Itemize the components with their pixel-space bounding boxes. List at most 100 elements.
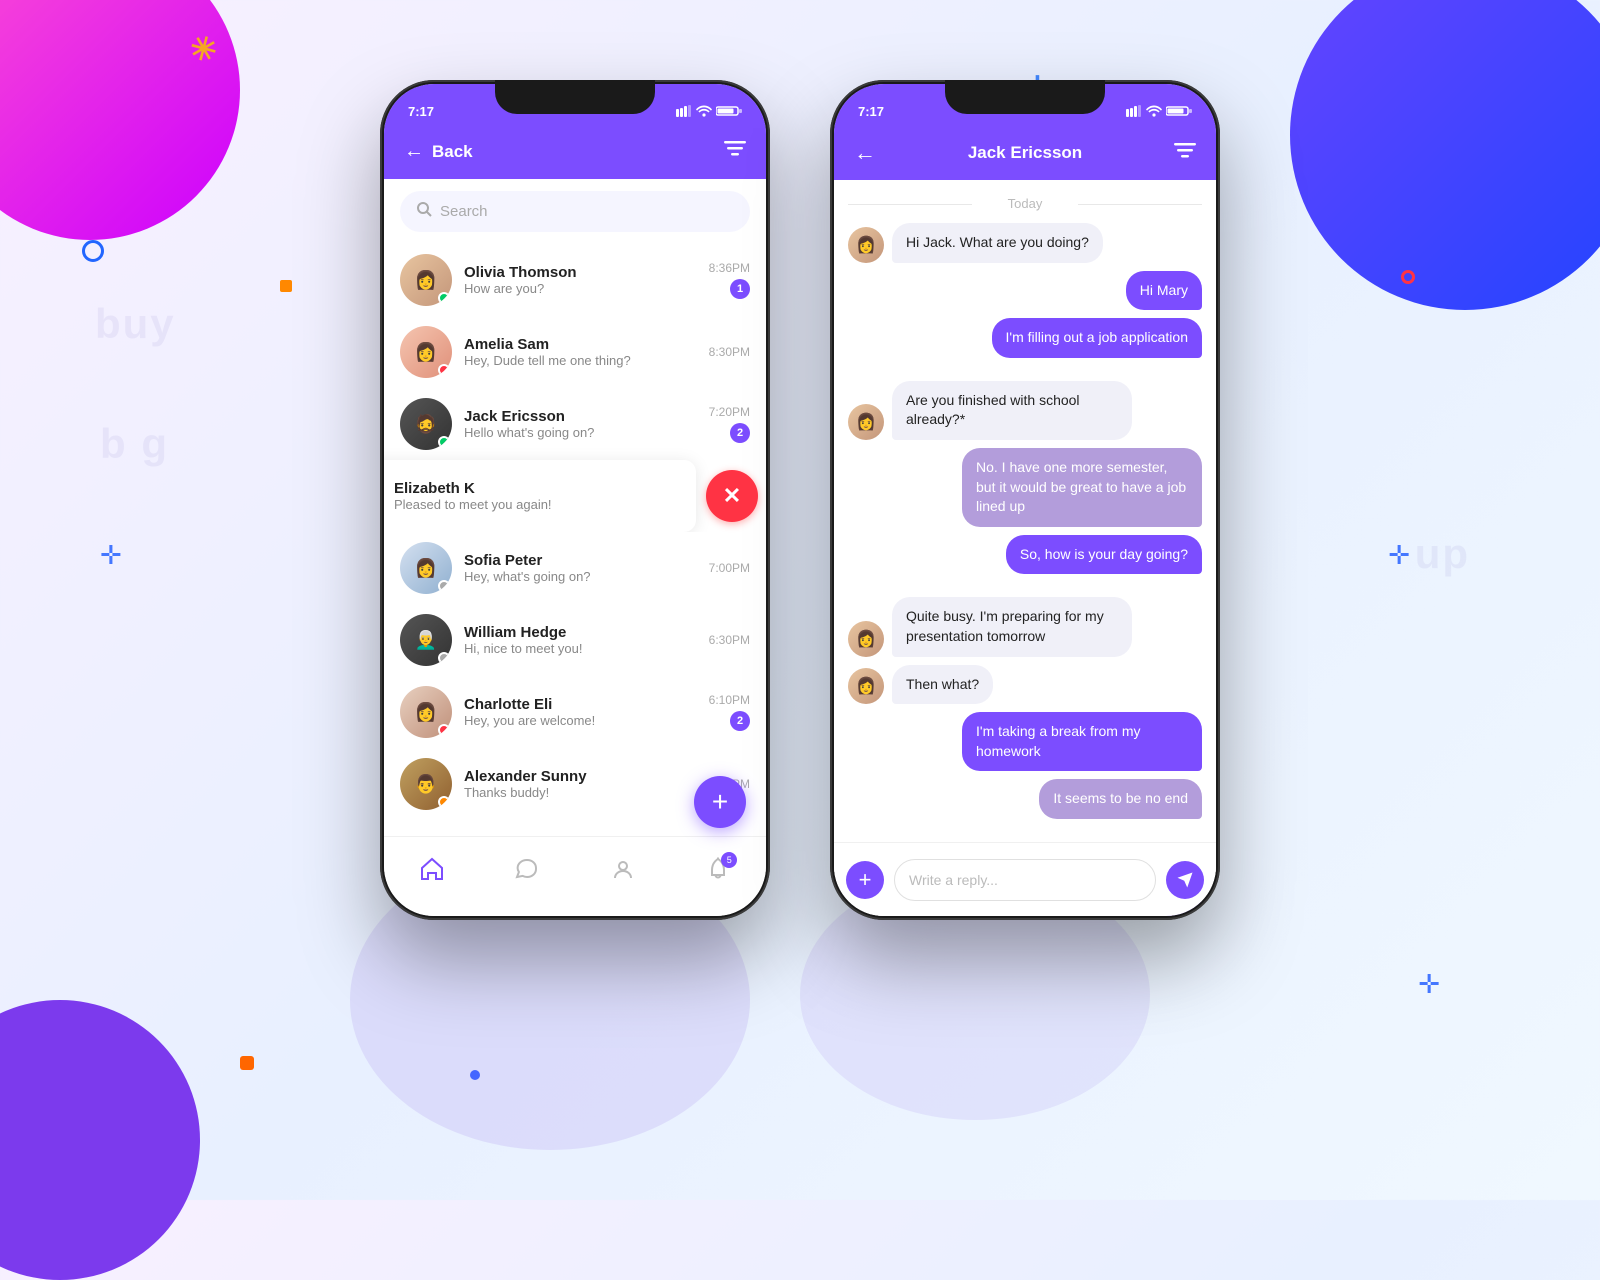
contact-info-william: William Hedge Hi, nice to meet you!: [464, 624, 697, 656]
status-dot-jack: [438, 436, 450, 448]
chat-back-button[interactable]: ←: [854, 140, 876, 166]
bubble-5: No. I have one more semester, but it wou…: [962, 448, 1202, 527]
contact-meta-olivia: 8:36PM 1: [709, 261, 750, 299]
search-bar[interactable]: Search: [400, 191, 750, 232]
contact-item-elizabeth[interactable]: 👩 Elizabeth K Pleased to meet you again!: [384, 460, 696, 532]
contact-name-william: William Hedge: [464, 624, 697, 641]
msg-row-9: I'm taking a break from my homework: [848, 712, 1202, 771]
contact-preview-william: Hi, nice to meet you!: [464, 641, 697, 656]
phone2-time: 7:17: [858, 104, 884, 119]
bg-circle-purple-left: [0, 1000, 200, 1280]
filter-icon[interactable]: [724, 140, 746, 163]
bg-dot-orange2: [240, 1056, 254, 1070]
bubble-7: Quite busy. I'm preparing for my present…: [892, 597, 1132, 656]
chat-header: ← Jack Ericsson: [834, 128, 1216, 180]
bg-dot-orange: [280, 280, 292, 292]
contact-item-amelia[interactable]: 👩 Amelia Sam Hey, Dude tell me one thing…: [384, 316, 766, 388]
phone2-status-icons: [1126, 105, 1192, 117]
bubble-4: Are you finished with school already?*: [892, 381, 1132, 440]
msg-row-3: I'm filling out a job application ✓✓: [848, 318, 1202, 373]
search-placeholder: Search: [440, 203, 488, 220]
contact-preview-sofia: Hey, what's going on?: [464, 569, 697, 584]
contact-info-charlotte: Charlotte Eli Hey, you are welcome!: [464, 696, 697, 728]
bg-circle-blue: [1290, 0, 1600, 310]
chat-input-placeholder: Write a reply...: [909, 872, 998, 888]
contact-item-jack[interactable]: 🧔 Jack Ericsson Hello what's going on? 7…: [384, 388, 766, 460]
contact-item-olivia[interactable]: 👩 Olivia Thomson How are you? 8:36PM 1: [384, 244, 766, 316]
chat-input-field[interactable]: Write a reply...: [894, 859, 1156, 901]
contact-info-sofia: Sofia Peter Hey, what's going on?: [464, 552, 697, 584]
badge-olivia: 1: [730, 279, 750, 299]
contact-time-charlotte: 6:10PM: [709, 693, 750, 707]
back-arrow-icon: ←: [404, 140, 424, 163]
bubble-1: Hi Jack. What are you doing?: [892, 223, 1103, 263]
nav-profile[interactable]: [610, 856, 636, 882]
phone1-notch: [495, 80, 655, 114]
chat-send-button[interactable]: [1166, 861, 1204, 899]
phone2-inner: 7:17 ← Jack Ericsson: [834, 84, 1216, 916]
contact-meta-charlotte: 6:10PM 2: [709, 693, 750, 731]
bottom-nav: 5: [384, 836, 766, 916]
msg-avatar-mary-4: 👩: [848, 404, 884, 440]
bg-word-buy: buy: [95, 300, 176, 348]
contact-time-william: 6:30PM: [709, 633, 750, 647]
nav-chat[interactable]: [514, 856, 540, 882]
chat-input-bar: + Write a reply...: [834, 842, 1216, 916]
fab-new-chat[interactable]: +: [694, 776, 746, 828]
contact-preview-jack: Hello what's going on?: [464, 425, 697, 440]
phone1-inner: 7:17 ← Back: [384, 84, 766, 916]
msg-avatar-mary-7: 👩: [848, 621, 884, 657]
contact-item-sofia[interactable]: 👩 Sofia Peter Hey, what's going on? 7:00…: [384, 532, 766, 604]
ticks-10: ✓✓: [1184, 821, 1202, 834]
phone2-notch: [945, 80, 1105, 114]
msg-row-5: No. I have one more semester, but it wou…: [848, 448, 1202, 527]
badge-jack: 2: [730, 423, 750, 443]
contact-meta-sofia: 7:00PM: [709, 561, 750, 575]
back-button[interactable]: ← Back: [404, 140, 473, 163]
bg-word-b: b g: [100, 420, 169, 468]
chat-title: Jack Ericsson: [968, 143, 1082, 163]
avatar-sofia: 👩: [400, 542, 452, 594]
ticks-6: ✓✓: [1184, 576, 1202, 589]
status-dot-amelia: [438, 364, 450, 376]
contact-name-olivia: Olivia Thomson: [464, 264, 697, 281]
contact-name-sofia: Sofia Peter: [464, 552, 697, 569]
contact-item-elizabeth-wrapper: 👩 Elizabeth K Pleased to meet you again!…: [384, 460, 766, 532]
phone2-screen: 7:17 ← Jack Ericsson: [834, 84, 1216, 916]
phones-container: 7:17 ← Back: [380, 80, 1220, 920]
contact-name-elizabeth: Elizabeth K: [394, 480, 680, 497]
contact-preview-olivia: How are you?: [464, 281, 697, 296]
contact-meta-amelia: 8:30PM: [709, 345, 750, 359]
phone-chat: 7:17 ← Jack Ericsson: [830, 80, 1220, 920]
notification-badge: 5: [721, 852, 737, 868]
contact-item-charlotte[interactable]: 👩 Charlotte Eli Hey, you are welcome! 6:…: [384, 676, 766, 748]
avatar-alexander: 👨: [400, 758, 452, 810]
contact-info-amelia: Amelia Sam Hey, Dude tell me one thing?: [464, 336, 697, 368]
nav-notification[interactable]: 5: [705, 856, 731, 882]
status-dot-olivia: [438, 292, 450, 304]
chat-add-button[interactable]: +: [846, 861, 884, 899]
bubble-8: Then what?: [892, 665, 993, 705]
avatar-charlotte: 👩: [400, 686, 452, 738]
contact-item-william[interactable]: 👨‍🦳 William Hedge Hi, nice to meet you! …: [384, 604, 766, 676]
contact-info-alexander: Alexander Sunny Thanks buddy!: [464, 768, 697, 800]
contact-time-olivia: 8:36PM: [709, 261, 750, 275]
status-dot-charlotte: [438, 724, 450, 736]
bubble-9: I'm taking a break from my homework: [962, 712, 1202, 771]
msg-row-2: Hi Mary: [848, 271, 1202, 311]
msg-row-1: 👩 Hi Jack. What are you doing?: [848, 223, 1202, 263]
contact-preview-elizabeth: Pleased to meet you again!: [394, 497, 680, 512]
contact-name-alexander: Alexander Sunny: [464, 768, 697, 785]
avatar-william: 👨‍🦳: [400, 614, 452, 666]
chat-filter-icon[interactable]: [1174, 142, 1196, 165]
delete-button-elizabeth[interactable]: ✕: [706, 470, 758, 522]
status-dot-alexander: [438, 796, 450, 808]
msg-avatar-mary-1: 👩: [848, 227, 884, 263]
contact-meta-jack: 7:20PM 2: [709, 405, 750, 443]
ticks-3: ✓✓: [1184, 360, 1202, 373]
msg-row-10: It seems to be no end ✓✓: [848, 779, 1202, 834]
nav-home[interactable]: [419, 856, 445, 882]
contact-preview-alexander: Thanks buddy!: [464, 785, 697, 800]
msg-row-6: So, how is your day going? ✓✓: [848, 535, 1202, 590]
msg-row-4: 👩 Are you finished with school already?*: [848, 381, 1202, 440]
